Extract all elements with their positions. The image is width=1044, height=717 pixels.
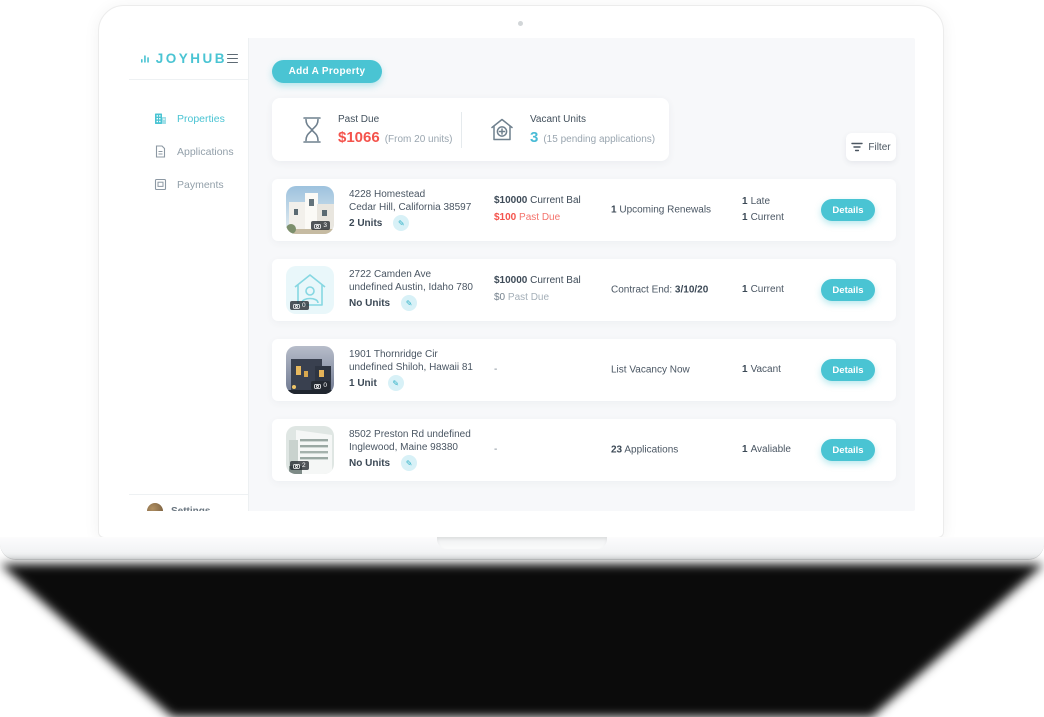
balance-column: -: [494, 352, 497, 378]
vacant-units-count: 3: [530, 129, 538, 146]
property-address: 2722 Camden Ave undefined Austin, Idaho …: [349, 268, 504, 294]
past-due-amount: $1066: [338, 129, 380, 146]
house-plus-icon: [489, 117, 515, 142]
building-icon: [154, 112, 167, 125]
summary-card: Past Due $1066 (From 20 units): [272, 98, 669, 161]
logo-text: JOYHUB: [156, 51, 227, 66]
camera-icon: [314, 223, 321, 229]
sidebar-item-applications[interactable]: Applications: [129, 135, 248, 168]
vacant-units-note: (15 pending applications): [543, 134, 655, 145]
sidebar-item-label: Payments: [177, 179, 224, 191]
photo-count-badge: 0: [311, 381, 330, 390]
balance-column: -: [494, 432, 497, 458]
past-due-note: (From 20 units): [385, 134, 453, 145]
vacant-units-label: Vacant Units: [530, 114, 655, 125]
property-address: 1901 Thornridge Cir undefined Shiloh, Ha…: [349, 348, 504, 374]
balance-column: $10000 Current Bal $100 Past Due: [494, 192, 581, 226]
photo-count-badge: 2: [290, 461, 309, 470]
past-due-summary: Past Due $1066 (From 20 units): [272, 114, 461, 146]
balance-column: $10000 Current Bal $0 Past Due: [494, 272, 581, 306]
status-column: 1Current: [742, 282, 784, 298]
property-photo: 3: [286, 186, 334, 234]
property-photo: 2: [286, 426, 334, 474]
status-column: 1Vacant: [742, 362, 781, 378]
property-row: 0 1901 Thornridge Cir undefined Shiloh, …: [272, 339, 896, 401]
edit-pencil-icon[interactable]: ✎: [401, 295, 417, 311]
sidebar-nav: Properties Applications: [129, 80, 248, 201]
property-row: 0 2722 Camden Ave undefined Austin, Idah…: [272, 259, 896, 321]
add-property-button[interactable]: Add A Property: [272, 60, 382, 83]
details-button[interactable]: Details: [821, 279, 875, 301]
main-panel: Add A Property Past Due $1066 (From 20 u…: [249, 38, 915, 511]
units-count: 1 Unit: [349, 378, 377, 389]
units-count: No Units: [349, 458, 390, 469]
sidebar-item-label: Properties: [177, 113, 225, 125]
details-button[interactable]: Details: [821, 359, 875, 381]
laptop-base: [0, 537, 1044, 559]
info-column: 1 Upcoming Renewals: [611, 205, 736, 216]
property-address: 4228 Homestead Cedar Hill, California 38…: [349, 188, 504, 214]
laptop-lid: JOYHUB: [98, 5, 944, 538]
property-photo: 0: [286, 346, 334, 394]
camera-icon: [293, 303, 300, 309]
funnel-icon: [851, 142, 863, 152]
details-button[interactable]: Details: [821, 439, 875, 461]
settings-label: Settings: [171, 506, 210, 512]
document-icon: [154, 145, 167, 158]
property-row: 3 4228 Homestead Cedar Hill, California …: [272, 179, 896, 241]
sidebar-item-properties[interactable]: Properties: [129, 102, 248, 135]
edit-pencil-icon[interactable]: ✎: [388, 375, 404, 391]
units-count: No Units: [349, 298, 390, 309]
sidebar-item-label: Applications: [177, 146, 234, 158]
filter-button[interactable]: Filter: [846, 133, 896, 161]
property-list: 3 4228 Homestead Cedar Hill, California …: [272, 179, 896, 499]
vacant-units-summary: Vacant Units 3 (15 pending applications): [462, 114, 655, 146]
camera-icon: [314, 383, 321, 389]
property-photo-placeholder: 0: [286, 266, 334, 314]
payment-terminal-icon: [154, 178, 167, 191]
avatar: [147, 503, 163, 511]
camera-icon: [293, 463, 300, 469]
hourglass-icon: [301, 116, 323, 144]
logo-row: JOYHUB: [129, 38, 248, 80]
info-column: Contract End: 3/10/20: [611, 285, 736, 296]
property-address: 8502 Preston Rd undefined Inglewood, Mai…: [349, 428, 504, 454]
laptop-shadow: [0, 559, 1044, 717]
joyhub-logo-icon: [141, 51, 150, 67]
hamburger-icon[interactable]: [227, 54, 238, 64]
sidebar-item-payments[interactable]: Payments: [129, 168, 248, 201]
status-column: 1Late 1Current: [742, 194, 784, 226]
sidebar-item-settings[interactable]: Settings: [129, 494, 248, 511]
info-column: 23 Applications: [611, 445, 736, 456]
app-screen: JOYHUB: [129, 38, 915, 511]
filter-label: Filter: [868, 142, 890, 153]
details-button[interactable]: Details: [821, 199, 875, 221]
sidebar: JOYHUB: [129, 38, 249, 511]
property-row: 2 8502 Preston Rd undefined Inglewood, M…: [272, 419, 896, 481]
photo-count-badge: 0: [290, 301, 309, 310]
past-due-label: Past Due: [338, 114, 453, 125]
info-column: List Vacancy Now: [611, 365, 736, 376]
edit-pencil-icon[interactable]: ✎: [401, 455, 417, 471]
photo-count-badge: 3: [311, 221, 330, 230]
units-count: 2 Units: [349, 218, 382, 229]
edit-pencil-icon[interactable]: ✎: [393, 215, 409, 231]
laptop-mockup: JOYHUB: [0, 0, 1044, 717]
webcam-dot-icon: [518, 21, 523, 26]
laptop-notch: [437, 537, 607, 549]
status-column: 1Avaliable: [742, 442, 791, 458]
